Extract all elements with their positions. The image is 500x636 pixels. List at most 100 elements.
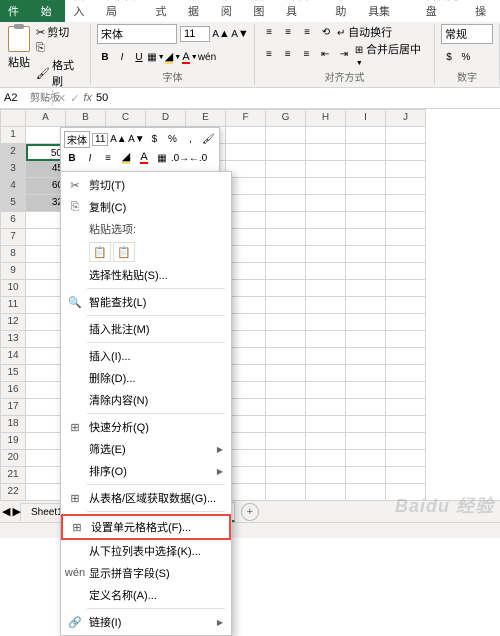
- indent-decrease-button[interactable]: ⇤: [317, 47, 333, 63]
- tab-baidu[interactable]: 百度网盘: [418, 0, 467, 22]
- cell-F17[interactable]: [226, 399, 266, 416]
- cell-J9[interactable]: [386, 263, 426, 280]
- cell-H3[interactable]: [306, 161, 346, 178]
- italic-button[interactable]: I: [114, 50, 130, 66]
- cell-F12[interactable]: [226, 314, 266, 331]
- tab-dev[interactable]: 开发工具: [278, 0, 327, 22]
- cell-H13[interactable]: [306, 331, 346, 348]
- row-header-22[interactable]: 22: [0, 484, 26, 501]
- cell-G15[interactable]: [266, 365, 306, 382]
- cell-F20[interactable]: [226, 450, 266, 467]
- row-header-2[interactable]: 2: [0, 144, 26, 161]
- cm-copy[interactable]: ⎘复制(C): [61, 196, 231, 218]
- row-header-12[interactable]: 12: [0, 314, 26, 331]
- select-all-corner[interactable]: [0, 109, 26, 127]
- cm-link[interactable]: 🔗链接(I)▶: [61, 611, 231, 633]
- col-header-D[interactable]: D: [146, 109, 186, 127]
- fx-icon[interactable]: fx: [83, 92, 92, 104]
- cell-G16[interactable]: [266, 382, 306, 399]
- paste-opt-values[interactable]: 📋: [113, 242, 135, 262]
- cell-I10[interactable]: [346, 280, 386, 297]
- cell-G1[interactable]: [266, 127, 306, 144]
- cell-F9[interactable]: [226, 263, 266, 280]
- row-header-21[interactable]: 21: [0, 467, 26, 484]
- tab-home[interactable]: 开始: [33, 0, 66, 22]
- cell-G3[interactable]: [266, 161, 306, 178]
- row-header-15[interactable]: 15: [0, 365, 26, 382]
- mini-increase-font[interactable]: A▲: [110, 132, 126, 148]
- cell-G2[interactable]: [266, 144, 306, 161]
- cell-J7[interactable]: [386, 229, 426, 246]
- cell-F10[interactable]: [226, 280, 266, 297]
- fill-color-button[interactable]: ◢▼: [165, 50, 181, 66]
- underline-button[interactable]: U: [131, 50, 147, 66]
- mini-decimal-dec[interactable]: ←.0: [190, 150, 206, 166]
- cell-I1[interactable]: [346, 127, 386, 144]
- cell-I8[interactable]: [346, 246, 386, 263]
- cell-J12[interactable]: [386, 314, 426, 331]
- percent-button[interactable]: %: [458, 50, 474, 66]
- cell-F1[interactable]: [226, 127, 266, 144]
- cell-F2[interactable]: [226, 144, 266, 161]
- cell-G6[interactable]: [266, 212, 306, 229]
- cell-H22[interactable]: [306, 484, 346, 501]
- cell-G21[interactable]: [266, 467, 306, 484]
- row-header-17[interactable]: 17: [0, 399, 26, 416]
- row-header-3[interactable]: 3: [0, 161, 26, 178]
- indent-increase-button[interactable]: ⇥: [336, 47, 352, 63]
- cell-I14[interactable]: [346, 348, 386, 365]
- cell-G18[interactable]: [266, 416, 306, 433]
- cell-I2[interactable]: [346, 144, 386, 161]
- cell-I12[interactable]: [346, 314, 386, 331]
- cell-H2[interactable]: [306, 144, 346, 161]
- cell-J19[interactable]: [386, 433, 426, 450]
- align-right-button[interactable]: ≡: [299, 47, 315, 63]
- cut-button[interactable]: ✂剪切: [36, 24, 84, 40]
- cell-I21[interactable]: [346, 467, 386, 484]
- fx-confirm[interactable]: ✓: [70, 92, 79, 105]
- cell-F15[interactable]: [226, 365, 266, 382]
- cell-I11[interactable]: [346, 297, 386, 314]
- tab-file[interactable]: 文件: [0, 0, 33, 22]
- cell-I19[interactable]: [346, 433, 386, 450]
- cell-I5[interactable]: [346, 195, 386, 212]
- cell-F3[interactable]: [226, 161, 266, 178]
- cell-J18[interactable]: [386, 416, 426, 433]
- cell-I22[interactable]: [346, 484, 386, 501]
- cell-I9[interactable]: [346, 263, 386, 280]
- cell-H4[interactable]: [306, 178, 346, 195]
- row-header-7[interactable]: 7: [0, 229, 26, 246]
- cm-filter[interactable]: 筛选(E)▶: [61, 438, 231, 460]
- cell-H15[interactable]: [306, 365, 346, 382]
- cm-delete[interactable]: 删除(D)...: [61, 367, 231, 389]
- cell-I3[interactable]: [346, 161, 386, 178]
- mini-border[interactable]: ▦: [154, 150, 170, 166]
- wrap-text-button[interactable]: ↵ 自动换行: [337, 24, 392, 40]
- format-painter-button[interactable]: 🖌格式刷: [36, 57, 84, 89]
- col-header-I[interactable]: I: [346, 109, 386, 127]
- cell-I20[interactable]: [346, 450, 386, 467]
- cell-F21[interactable]: [226, 467, 266, 484]
- paste-button[interactable]: 粘贴: [6, 24, 32, 72]
- row-header-5[interactable]: 5: [0, 195, 26, 212]
- cell-H7[interactable]: [306, 229, 346, 246]
- cm-pick-list[interactable]: 从下拉列表中选择(K)...: [61, 540, 231, 562]
- col-header-J[interactable]: J: [386, 109, 426, 127]
- mini-currency[interactable]: $: [146, 132, 162, 148]
- cell-H14[interactable]: [306, 348, 346, 365]
- col-header-F[interactable]: F: [226, 109, 266, 127]
- mini-italic[interactable]: I: [82, 150, 98, 166]
- cell-J5[interactable]: [386, 195, 426, 212]
- cell-G13[interactable]: [266, 331, 306, 348]
- cell-F14[interactable]: [226, 348, 266, 365]
- mini-decimal-inc[interactable]: .0→: [172, 150, 188, 166]
- cm-format-cells[interactable]: ⊞设置单元格格式(F)...: [61, 514, 231, 540]
- merge-button[interactable]: ⊞ 合并后居中▼: [355, 41, 428, 68]
- align-top-button[interactable]: ≡: [261, 24, 277, 40]
- row-header-9[interactable]: 9: [0, 263, 26, 280]
- font-size-select[interactable]: 11: [180, 26, 210, 42]
- cell-J4[interactable]: [386, 178, 426, 195]
- cm-paste-special[interactable]: 选择性粘贴(S)...: [61, 264, 231, 286]
- row-header-16[interactable]: 16: [0, 382, 26, 399]
- cm-smart-lookup[interactable]: 🔍智能查找(L): [61, 291, 231, 313]
